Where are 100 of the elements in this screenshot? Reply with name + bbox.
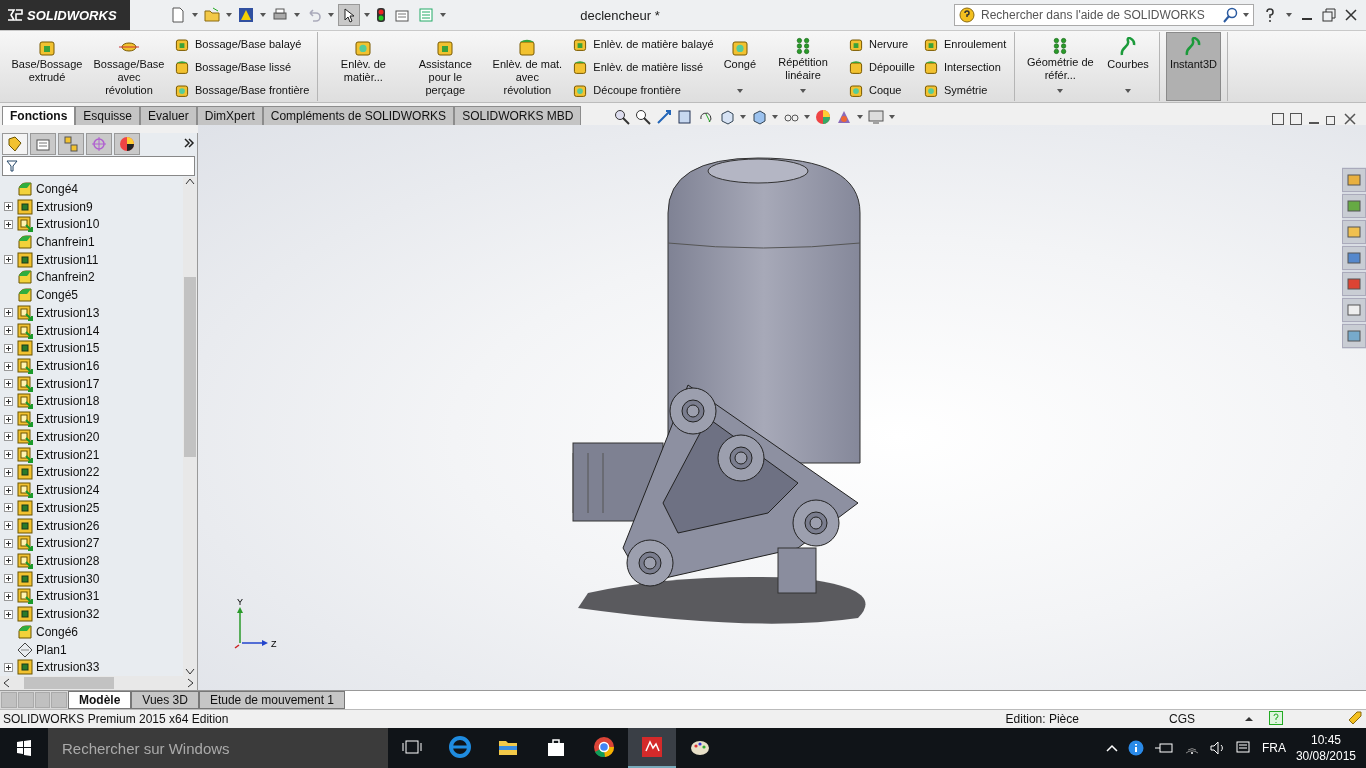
- search-icon[interactable]: [1223, 7, 1239, 23]
- caret-icon[interactable]: [1286, 13, 1292, 17]
- warning-icon[interactable]: [238, 7, 254, 23]
- expand-icon[interactable]: [4, 574, 13, 584]
- solid-shape-icon[interactable]: [848, 58, 865, 75]
- restore-icon[interactable]: [1326, 113, 1338, 125]
- tab[interactable]: DimXpert: [196, 106, 263, 125]
- caret-icon[interactable]: [1243, 13, 1249, 17]
- task-view-icon[interactable]: [402, 739, 422, 755]
- tree-item[interactable]: Extrusion15: [36, 341, 100, 356]
- ribbon-button[interactable]: Bossage/Base frontière: [172, 81, 312, 98]
- expand-icon[interactable]: [4, 414, 13, 424]
- caret-icon[interactable]: [294, 13, 300, 17]
- tree-item[interactable]: Extrusion17: [36, 376, 100, 391]
- properties-icon[interactable]: [394, 7, 410, 23]
- tree-item[interactable]: Extrusion9: [36, 199, 93, 214]
- caret-icon[interactable]: [1125, 89, 1132, 93]
- caret-icon[interactable]: [889, 115, 895, 119]
- ribbon-button[interactable]: Bossage/Base lissé: [172, 58, 312, 75]
- tab[interactable]: SOLIDWORKS MBD: [454, 106, 582, 125]
- tree-item[interactable]: Extrusion20: [36, 429, 100, 444]
- chevron-icon[interactable]: [183, 136, 195, 149]
- caret-icon[interactable]: [800, 89, 807, 93]
- caret-icon[interactable]: [226, 13, 232, 17]
- expand-icon[interactable]: [4, 467, 13, 477]
- tree-item[interactable]: Congé6: [36, 624, 79, 639]
- pointer-icon[interactable]: [341, 7, 357, 23]
- ribbon-button[interactable]: Dépouille: [846, 58, 917, 75]
- tree-item[interactable]: Extrusion31: [36, 589, 100, 604]
- configuration-icon[interactable]: [63, 136, 79, 152]
- expand-icon[interactable]: [4, 326, 13, 336]
- ribbon-button[interactable]: Enlèv. de mat. avec révolution: [488, 32, 567, 101]
- tree-item[interactable]: Extrusion10: [36, 217, 100, 232]
- tree-item[interactable]: Congé4: [36, 181, 79, 196]
- tree-item[interactable]: Extrusion30: [36, 571, 100, 586]
- ribbon-button[interactable]: Assistance pour le perçage: [406, 32, 485, 101]
- expand-icon[interactable]: [4, 591, 13, 601]
- ribbon-button[interactable]: Courbes: [1103, 32, 1153, 101]
- expand-icon[interactable]: [4, 397, 13, 406]
- tree-item[interactable]: Extrusion24: [36, 483, 100, 498]
- arrow-icon[interactable]: [656, 109, 672, 125]
- filter-field[interactable]: [2, 156, 195, 176]
- feature-tree-icon[interactable]: [7, 136, 23, 152]
- tree-item[interactable]: Extrusion25: [36, 500, 100, 515]
- solid-shape-icon[interactable]: [517, 37, 538, 57]
- zoom-area-icon[interactable]: [635, 109, 651, 125]
- expand-icon[interactable]: [4, 485, 13, 495]
- caret-icon[interactable]: [1057, 89, 1064, 93]
- tile-icon[interactable]: [1272, 113, 1284, 125]
- printer-icon[interactable]: [272, 7, 288, 23]
- expand-icon[interactable]: [4, 450, 13, 460]
- tree-item[interactable]: Extrusion26: [36, 518, 100, 533]
- tree-item[interactable]: Extrusion11: [36, 252, 99, 267]
- expand-icon[interactable]: [4, 202, 13, 212]
- search-box[interactable]: Rechercher sur Windows: [48, 728, 388, 768]
- section-view-icon[interactable]: [677, 109, 693, 125]
- expand-icon[interactable]: [4, 255, 13, 265]
- tile-icon[interactable]: [1290, 113, 1302, 125]
- expand-icon[interactable]: [4, 521, 13, 530]
- caret-icon[interactable]: [772, 115, 778, 119]
- expand-icon[interactable]: [4, 503, 13, 513]
- tree-item[interactable]: Extrusion32: [36, 607, 100, 622]
- caret-icon[interactable]: [328, 13, 334, 17]
- ribbon-button[interactable]: Coque: [846, 81, 917, 98]
- solid-shape-icon[interactable]: [174, 58, 190, 75]
- tree-item[interactable]: Extrusion33: [36, 660, 100, 675]
- ribbon-button[interactable]: Bossage/Base avec révolution: [90, 32, 168, 101]
- expand-icon[interactable]: [4, 609, 13, 619]
- ribbon-button[interactable]: Base/Bossage extrudé: [8, 32, 86, 101]
- tree-item[interactable]: Congé5: [36, 288, 79, 303]
- caret-icon[interactable]: [440, 13, 446, 17]
- caret-up-icon[interactable]: [1245, 716, 1253, 722]
- caret-icon[interactable]: [260, 13, 266, 17]
- expand-icon[interactable]: [4, 556, 13, 566]
- tree-item[interactable]: Extrusion16: [36, 359, 100, 374]
- properties-icon[interactable]: [35, 136, 51, 152]
- ribbon-button[interactable]: Géométrie de référ...: [1021, 32, 1100, 101]
- close-icon[interactable]: [1344, 8, 1358, 22]
- search-field[interactable]: Rechercher sur Windows: [60, 738, 388, 758]
- ribbon-button[interactable]: Découpe frontière: [570, 81, 716, 98]
- tree-item[interactable]: Plan1: [36, 642, 67, 657]
- tab[interactable]: Etude de mouvement 1: [198, 691, 345, 709]
- caret-icon[interactable]: [857, 115, 863, 119]
- caret-icon[interactable]: [364, 13, 370, 17]
- scene-icon[interactable]: [836, 109, 852, 125]
- tab[interactable]: Modèle: [68, 691, 132, 709]
- ribbon-button[interactable]: Symétrie: [920, 81, 1009, 98]
- expand-icon[interactable]: [4, 538, 13, 548]
- traffic-light-icon[interactable]: [376, 7, 386, 23]
- browser-icon[interactable]: [449, 736, 471, 758]
- info-icon[interactable]: [1127, 740, 1144, 756]
- zoom-fit-icon[interactable]: [614, 109, 630, 125]
- tree-item[interactable]: Extrusion18: [36, 394, 100, 409]
- chevron-up-icon[interactable]: [1105, 744, 1118, 752]
- expand-icon[interactable]: [4, 379, 13, 389]
- tag-icon[interactable]: [1347, 709, 1363, 726]
- expand-icon[interactable]: [4, 308, 13, 318]
- store-icon[interactable]: [545, 736, 567, 758]
- ribbon-button[interactable]: Nervure: [846, 35, 917, 52]
- ribbon-button[interactable]: Enlèv. de matièr...: [324, 32, 403, 101]
